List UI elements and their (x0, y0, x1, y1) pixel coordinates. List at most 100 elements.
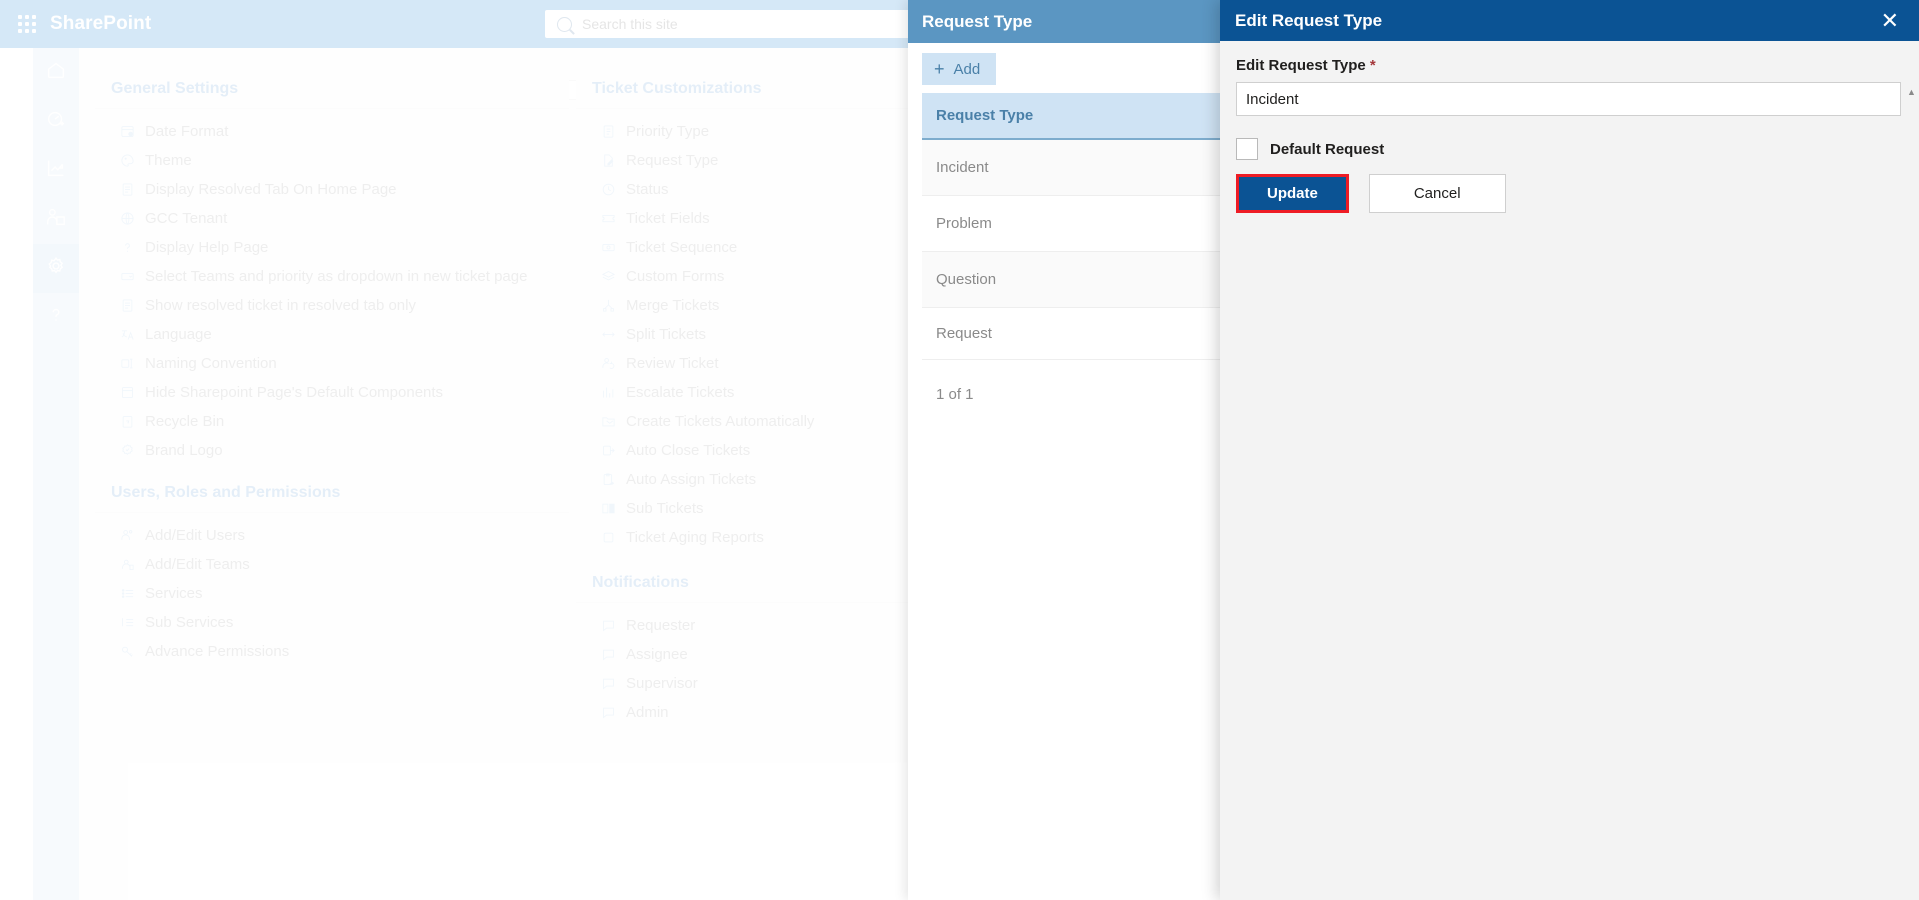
person-sync-icon (598, 356, 618, 371)
chart-line-icon (45, 157, 67, 184)
required-marker: * (1369, 57, 1376, 74)
cancel-button[interactable]: Cancel (1368, 174, 1506, 213)
question-icon (45, 304, 67, 331)
translate-icon (117, 327, 137, 342)
item-label: Naming Convention (145, 355, 277, 372)
item-label: Auto Assign Tickets (626, 471, 757, 488)
column-header-request-type[interactable]: Request Type (922, 93, 1267, 140)
gear-icon (45, 255, 67, 282)
sidebar-item-help[interactable] (33, 293, 79, 342)
request-type-input[interactable] (1236, 82, 1901, 116)
sidebar-item-reports[interactable] (33, 146, 79, 195)
settings-item-gcc-tenant[interactable]: GCC Tenant (95, 204, 569, 233)
search-placeholder: Search this site (582, 16, 678, 32)
item-label: Status (626, 181, 669, 198)
dialog-title: Edit Request Type (1235, 10, 1383, 30)
item-label: GCC Tenant (145, 210, 228, 227)
checklist-icon (598, 124, 618, 139)
settings-item-advance-permissions[interactable]: Advance Permissions (95, 637, 569, 666)
people-icon (45, 206, 67, 233)
sidebar-item-settings[interactable] (33, 244, 79, 293)
clock-icon (598, 182, 618, 197)
sidebar-item-dashboard[interactable] (33, 97, 79, 146)
settings-item-services[interactable]: Services (95, 579, 569, 608)
item-label: Show resolved ticket in resolved tab onl… (145, 297, 416, 314)
cell-request-type[interactable]: Question (922, 251, 1267, 308)
item-label: Create Tickets Automatically (626, 413, 815, 430)
cell-request-type[interactable]: Incident (922, 139, 1267, 196)
item-label: Admin (626, 704, 669, 721)
badge-icon (117, 443, 137, 458)
settings-item-theme[interactable]: Theme (95, 146, 569, 175)
sidebar-item-teams[interactable] (33, 195, 79, 244)
key-icon (117, 644, 137, 659)
panel-title: Request Type (922, 11, 1033, 31)
item-label: Display Resolved Tab On Home Page (145, 181, 397, 198)
item-label: Custom Forms (626, 268, 725, 285)
scroll-up-icon[interactable]: ▲ (1907, 87, 1916, 97)
comment-icon (598, 676, 618, 691)
item-label: Assignee (626, 646, 688, 663)
columns-icon (598, 501, 618, 516)
settings-item-teams-priority-dropdown[interactable]: Select Teams and priority as dropdown in… (95, 262, 569, 291)
dropdown-icon (117, 269, 137, 284)
item-label: Review Ticket (626, 355, 719, 372)
sign-out-icon (598, 443, 618, 458)
settings-item-date-format[interactable]: Date Format (95, 117, 569, 146)
edit-document-icon (598, 153, 618, 168)
close-icon[interactable]: ✕ (1879, 9, 1901, 32)
item-label: Brand Logo (145, 442, 223, 459)
item-label: Requester (626, 617, 696, 634)
settings-item-sub-services[interactable]: Sub Services (95, 608, 569, 637)
item-label: Request Type (626, 152, 719, 169)
settings-item-show-resolved-only[interactable]: Show resolved ticket in resolved tab onl… (95, 291, 569, 320)
dialog-body: Edit Request Type * Default Request Upda… (1220, 41, 1919, 900)
recycle-bin-icon (117, 414, 137, 429)
mail-folder-icon (598, 414, 618, 429)
home-icon (45, 59, 67, 86)
comment-icon (598, 647, 618, 662)
settings-item-recycle-bin[interactable]: Recycle Bin (95, 407, 569, 436)
item-label: Advance Permissions (145, 643, 290, 660)
default-request-checkbox[interactable] (1236, 138, 1258, 160)
add-button[interactable]: + Add (922, 53, 997, 85)
dialog-scrollbar[interactable]: ▲ ▼ (1907, 87, 1916, 900)
item-label: Auto Close Tickets (626, 442, 751, 459)
item-label: Services (145, 585, 203, 602)
ticket-icon (598, 211, 618, 226)
comment-icon (598, 618, 618, 633)
square-icon (598, 530, 618, 545)
sidebar-item-home[interactable] (33, 48, 79, 97)
list-icon (117, 586, 137, 601)
settings-item-brand-logo[interactable]: Brand Logo (95, 436, 569, 465)
section-item-list: Date Format Theme Display Resolved Tab O… (95, 109, 569, 465)
item-label: Ticket Fields (626, 210, 710, 227)
cell-request-type[interactable]: Problem (922, 195, 1267, 252)
section-general-settings: General Settings Date Format Theme Displ… (95, 80, 569, 465)
brand-title[interactable]: SharePoint (50, 13, 151, 35)
app-launcher-icon[interactable] (16, 13, 38, 35)
settings-item-naming-convention[interactable]: Naming Convention (95, 349, 569, 378)
default-request-label: Default Request (1270, 140, 1385, 158)
settings-item-display-resolved-tab[interactable]: Display Resolved Tab On Home Page (95, 175, 569, 204)
default-request-row: Default Request (1236, 138, 1901, 160)
item-label: Escalate Tickets (626, 384, 735, 401)
dialog-header: Edit Request Type ✕ (1220, 0, 1919, 41)
settings-item-add-edit-teams[interactable]: Add/Edit Teams (95, 550, 569, 579)
item-label: Ticket Sequence (626, 239, 738, 256)
item-label: Date Format (145, 123, 229, 140)
section-title: General Settings (95, 80, 569, 109)
settings-item-display-help-page[interactable]: Display Help Page (95, 233, 569, 262)
calendar-clock-icon (117, 124, 137, 139)
item-label: Recycle Bin (145, 413, 225, 430)
settings-item-hide-default-components[interactable]: Hide Sharepoint Page's Default Component… (95, 378, 569, 407)
cell-request-type[interactable]: Request (922, 307, 1267, 360)
field-label-text: Edit Request Type (1236, 57, 1366, 74)
update-button[interactable]: Update (1236, 174, 1349, 213)
settings-item-language[interactable]: Language (95, 320, 569, 349)
item-label: Priority Type (626, 123, 710, 140)
people-icon (117, 528, 137, 543)
comment-icon (598, 705, 618, 720)
settings-item-add-edit-users[interactable]: Add/Edit Users (95, 521, 569, 550)
item-label: Sub Services (145, 614, 234, 631)
